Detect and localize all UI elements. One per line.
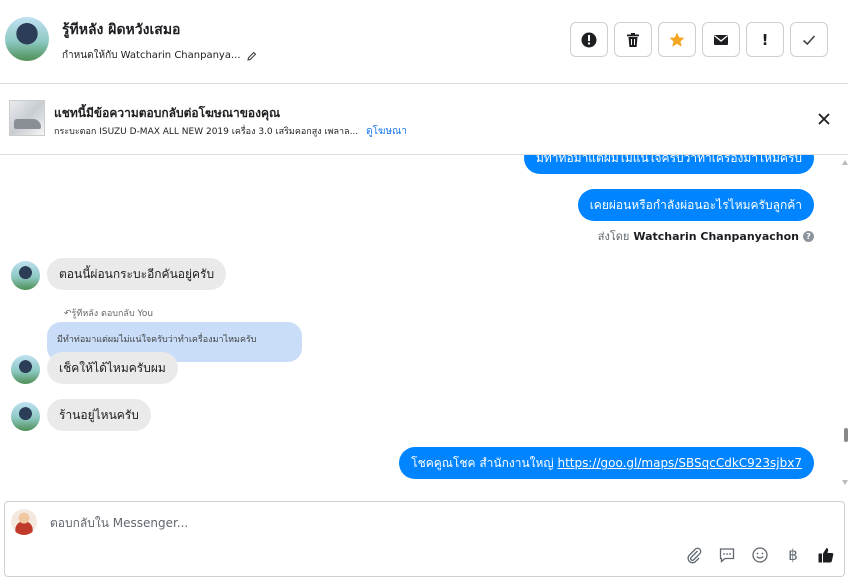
- baht-icon: ฿: [788, 546, 798, 564]
- reply-composer: [4, 501, 845, 577]
- pencil-icon[interactable]: [246, 51, 257, 61]
- spam-icon: [581, 32, 597, 47]
- reply-input[interactable]: [50, 514, 650, 532]
- reply-meta-text: รู้ทีหลัง ตอบกลับ You: [71, 309, 154, 319]
- mark-unread-button[interactable]: [702, 22, 740, 57]
- page-avatar: [11, 509, 37, 535]
- ad-thumbnail[interactable]: [9, 100, 45, 136]
- payment-button[interactable]: ฿: [783, 545, 803, 565]
- scrollbar-thumb[interactable]: [844, 428, 848, 442]
- saved-replies-button[interactable]: [717, 545, 737, 565]
- message-text: โชคคูณโชค สำนักงานใหญ่: [411, 456, 558, 470]
- info-icon[interactable]: ?: [803, 230, 814, 242]
- ad-context-title: แชทนี้มีข้อความตอบกลับต่อโฆษณาของคุณ: [54, 106, 281, 120]
- star-icon: [669, 32, 685, 47]
- maps-link[interactable]: https://goo.gl/maps/SBSqcCdkC923sjbx7: [557, 456, 802, 470]
- scroll-down-arrow[interactable]: [842, 480, 848, 485]
- view-ad-link[interactable]: ดูโฆษณา: [366, 124, 407, 139]
- composer-tools: ฿: [684, 545, 836, 565]
- emoji-icon: [752, 547, 768, 563]
- saved-reply-icon: [719, 548, 735, 563]
- contact-avatar-small: [11, 355, 40, 384]
- emoji-button[interactable]: [750, 545, 770, 565]
- sent-by-prefix: ส่งโดย: [597, 230, 630, 243]
- mark-spam-button[interactable]: [570, 22, 608, 57]
- contact-avatar-small: [11, 402, 40, 431]
- paperclip-icon: [687, 547, 702, 564]
- header-actions: !: [570, 22, 828, 57]
- like-button[interactable]: [816, 545, 836, 565]
- attach-button[interactable]: [684, 545, 704, 565]
- reply-meta: ↶รู้ทีหลัง ตอบกลับ You: [64, 306, 153, 320]
- mark-done-button[interactable]: [790, 22, 828, 57]
- conversation-header: รู้ทีหลัง ผิดหวังเสมอ กำหนดให้กับ Watcha…: [0, 0, 848, 84]
- close-icon[interactable]: [815, 110, 833, 128]
- sent-by-label: ส่งโดย Watcharin Chanpanyachon ?: [598, 227, 814, 245]
- contact-name[interactable]: รู้ทีหลัง ผิดหวังเสมอ: [62, 19, 180, 41]
- message-list: มีทำท่อมาแต่ผมไม่แน่ใจครับว่าทำเครื่องมา…: [0, 155, 848, 500]
- scroll-up-arrow[interactable]: [842, 160, 848, 165]
- follow-up-button[interactable]: !: [746, 22, 784, 57]
- assignee-label: กำหนดให้กับ Watcharin Chanpanya...: [62, 50, 241, 61]
- check-icon: [802, 34, 816, 45]
- thumbs-up-icon: [818, 548, 834, 563]
- message-outgoing[interactable]: เคยผ่อนหรือกำลังผ่อนอะไรไหมครับลูกค้า: [577, 189, 814, 221]
- message-incoming[interactable]: เช็คให้ได้ไหมครับผม: [47, 352, 178, 384]
- contact-avatar[interactable]: [5, 17, 49, 61]
- sent-by-name: Watcharin Chanpanyachon: [633, 229, 799, 243]
- message-incoming[interactable]: ร้านอยู่ไหนครับ: [47, 399, 151, 431]
- star-button[interactable]: [658, 22, 696, 57]
- envelope-icon: [714, 34, 728, 45]
- message-outgoing[interactable]: มีทำท่อมาแต่ผมไม่แน่ใจครับว่าทำเครื่องมา…: [523, 155, 814, 174]
- inbox-conversation: รู้ทีหลัง ผิดหวังเสมอ กำหนดให้กับ Watcha…: [0, 0, 848, 581]
- trash-icon: [627, 32, 639, 47]
- ad-description: กระบะตอก ISUZU D-MAX ALL NEW 2019 เครื่อ…: [54, 127, 359, 137]
- message-outgoing[interactable]: โชคคูณโชค สำนักงานใหญ่ https://goo.gl/ma…: [399, 447, 814, 479]
- contact-avatar-small: [11, 261, 40, 290]
- delete-button[interactable]: [614, 22, 652, 57]
- message-incoming[interactable]: ตอนนี้ผ่อนกระบะอีกคันอยู่ครับ: [47, 258, 227, 290]
- assignee[interactable]: กำหนดให้กับ Watcharin Chanpanya...: [62, 48, 257, 63]
- ad-context-subtitle: กระบะตอก ISUZU D-MAX ALL NEW 2019 เครื่อ…: [54, 124, 407, 139]
- reply-icon: ↶: [64, 309, 72, 319]
- follow-up-icon: !: [761, 30, 769, 49]
